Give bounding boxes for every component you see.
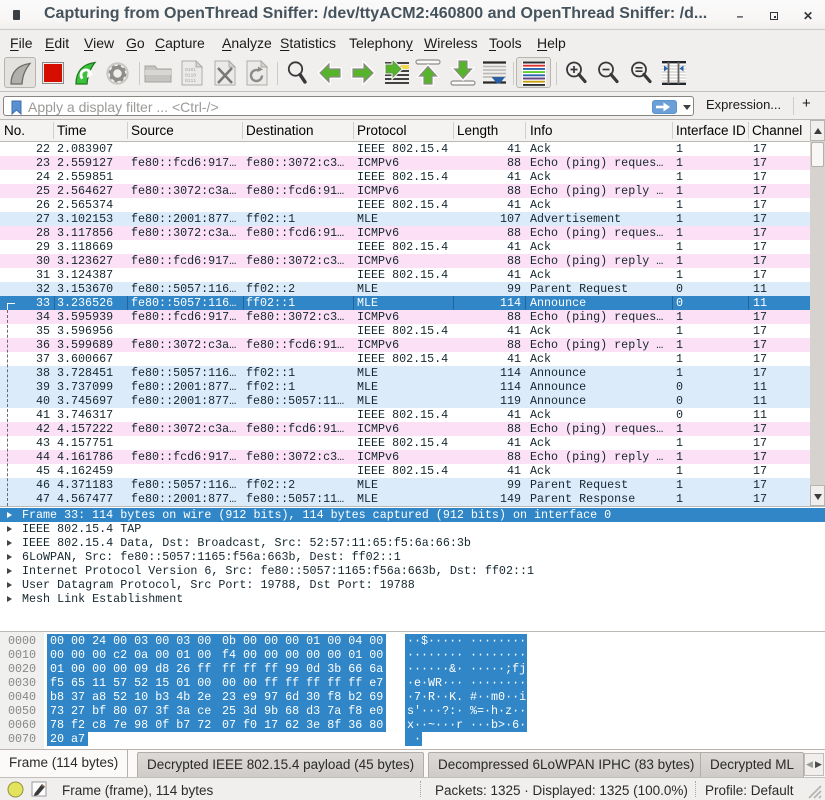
- svg-text:0111: 0111: [185, 78, 196, 84]
- svg-text:0110: 0110: [185, 73, 196, 79]
- svg-text:0101: 0101: [185, 67, 196, 73]
